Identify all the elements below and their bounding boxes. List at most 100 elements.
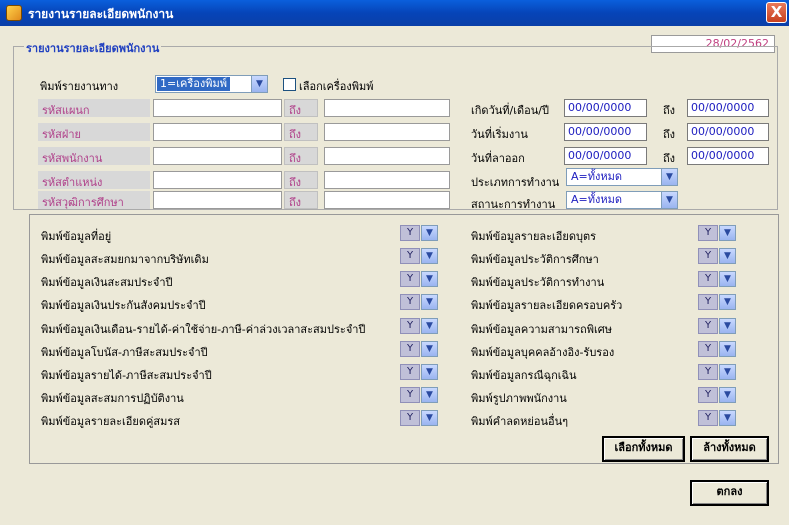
employee-code-from[interactable] <box>153 147 282 165</box>
division-to-label: ถึง <box>284 123 318 141</box>
work-status-label: สถานะการทำงาน <box>471 198 556 211</box>
print-option-label: พิมพ์ข้อมูลรายละเอียดบุตร <box>471 230 597 243</box>
education-code-to[interactable] <box>324 191 450 209</box>
print-option-value: Y <box>698 410 718 426</box>
work-type-select[interactable]: A=ทั้งหมด ▼ <box>566 168 678 186</box>
chevron-down-icon: ▼ <box>421 271 438 287</box>
chevron-down-icon: ▼ <box>719 410 736 426</box>
employee-code-to[interactable] <box>324 147 450 165</box>
chevron-down-icon: ▼ <box>421 364 438 380</box>
chevron-down-icon: ▼ <box>421 225 438 241</box>
position-code-from[interactable] <box>153 171 282 189</box>
leave-date-label: วันที่ลาออก <box>471 152 525 165</box>
app-icon <box>6 5 22 21</box>
chevron-down-icon: ▼ <box>421 341 438 357</box>
select-all-button[interactable]: เลือกทั้งหมด <box>602 436 685 462</box>
start-to-label: ถึง <box>663 128 676 141</box>
education-code-label: รหัสวุฒิการศึกษา <box>38 191 150 209</box>
start-date-label: วันที่เริ่มงาน <box>471 128 528 141</box>
print-via-label: พิมพ์รายงานทาง <box>40 80 119 93</box>
print-option-value: Y <box>698 341 718 357</box>
chevron-down-icon: ▼ <box>421 248 438 264</box>
division-code-from[interactable] <box>153 123 282 141</box>
chevron-down-icon: ▼ <box>719 364 736 380</box>
print-option-value: Y <box>698 364 718 380</box>
close-button[interactable]: X <box>766 2 787 23</box>
print-option-select[interactable]: Y ▼ <box>698 271 736 287</box>
ok-button[interactable]: ตกลง <box>690 480 769 506</box>
chevron-down-icon: ▼ <box>719 248 736 264</box>
start-date-to[interactable]: 00/00/0000 <box>687 123 769 141</box>
position-code-label: รหัสตำแหน่ง <box>38 171 150 189</box>
filter-group-legend: รายงานรายละเอียดพนักงาน <box>24 39 162 57</box>
chevron-down-icon: ▼ <box>719 341 736 357</box>
chevron-down-icon: ▼ <box>421 410 438 426</box>
dept-to-label: ถึง <box>284 99 318 117</box>
chevron-down-icon: ▼ <box>719 318 736 334</box>
print-option-label: พิมพ์ข้อมูลรายได้-ภาษีสะสมประจำปี <box>41 369 212 382</box>
leave-date-from[interactable]: 00/00/0000 <box>564 147 647 165</box>
birth-date-label: เกิดวันที่/เดือน/ปี <box>471 104 549 117</box>
print-option-select[interactable]: Y ▼ <box>698 318 736 334</box>
print-option-label: พิมพ์ข้อมูลสะสมการปฏิบัติงาน <box>41 392 184 405</box>
employee-to-label: ถึง <box>284 147 318 165</box>
print-option-value: Y <box>400 248 420 264</box>
chevron-down-icon: ▼ <box>661 169 677 185</box>
print-option-select[interactable]: Y ▼ <box>400 364 438 380</box>
print-option-select[interactable]: Y ▼ <box>400 248 438 264</box>
print-option-select[interactable]: Y ▼ <box>698 294 736 310</box>
chevron-down-icon: ▼ <box>719 271 736 287</box>
print-option-select[interactable]: Y ▼ <box>400 318 438 334</box>
window-title: รายงานรายละเอียดพนักงาน <box>28 7 174 21</box>
print-option-label: พิมพ์ข้อมูลบุคคลอ้างอิง-รับรอง <box>471 346 615 359</box>
print-option-select[interactable]: Y ▼ <box>400 387 438 403</box>
print-option-select[interactable]: Y ▼ <box>698 248 736 264</box>
print-option-select[interactable]: Y ▼ <box>400 225 438 241</box>
print-option-label: พิมพ์ข้อมูลที่อยู่ <box>41 230 112 243</box>
print-option-select[interactable]: Y ▼ <box>698 225 736 241</box>
division-code-to[interactable] <box>324 123 450 141</box>
education-to-label: ถึง <box>284 191 318 209</box>
print-option-label: พิมพ์ข้อมูลประวัติการทำงาน <box>471 276 605 289</box>
print-option-label: พิมพ์ข้อมูลสะสมยกมาจากบริษัทเดิม <box>41 253 209 266</box>
print-option-select[interactable]: Y ▼ <box>698 410 736 426</box>
print-option-select[interactable]: Y ▼ <box>400 271 438 287</box>
print-option-value: Y <box>400 225 420 241</box>
chevron-down-icon: ▼ <box>719 387 736 403</box>
title-bar: รายงานรายละเอียดพนักงาน X <box>0 0 789 26</box>
print-option-value: Y <box>698 225 718 241</box>
print-option-value: Y <box>698 387 718 403</box>
leave-date-to[interactable]: 00/00/0000 <box>687 147 769 165</box>
print-option-select[interactable]: Y ▼ <box>400 410 438 426</box>
birth-date-to[interactable]: 00/00/0000 <box>687 99 769 117</box>
print-option-value: Y <box>400 341 420 357</box>
chevron-down-icon: ▼ <box>719 225 736 241</box>
clear-all-button[interactable]: ล้างทั้งหมด <box>690 436 769 462</box>
print-option-value: Y <box>400 387 420 403</box>
print-option-select[interactable]: Y ▼ <box>698 364 736 380</box>
print-option-value: Y <box>698 318 718 334</box>
print-option-select[interactable]: Y ▼ <box>400 341 438 357</box>
print-option-label: พิมพ์ข้อมูลโบนัส-ภาษีสะสมประจำปี <box>41 346 208 359</box>
print-option-value: Y <box>698 271 718 287</box>
position-code-to[interactable] <box>324 171 450 189</box>
print-via-select[interactable]: 1=เครื่องพิมพ์ ▼ <box>155 75 268 93</box>
birth-date-from[interactable]: 00/00/0000 <box>564 99 647 117</box>
start-date-from[interactable]: 00/00/0000 <box>564 123 647 141</box>
print-option-label: พิมพ์ข้อมูลรายละเอียดคู่สมรส <box>41 415 180 428</box>
work-status-select[interactable]: A=ทั้งหมด ▼ <box>566 191 678 209</box>
print-option-label: พิมพ์ข้อมูลเงินประกันสังคมประจำปี <box>41 299 206 312</box>
dept-code-to[interactable] <box>324 99 450 117</box>
chevron-down-icon: ▼ <box>421 318 438 334</box>
chevron-down-icon: ▼ <box>421 294 438 310</box>
print-option-select[interactable]: Y ▼ <box>400 294 438 310</box>
print-option-label: พิมพ์ข้อมูลกรณีฉุกเฉิน <box>471 369 577 382</box>
print-option-select[interactable]: Y ▼ <box>698 341 736 357</box>
education-code-from[interactable] <box>153 191 282 209</box>
choose-printer-checkbox[interactable] <box>283 78 296 91</box>
print-option-select[interactable]: Y ▼ <box>698 387 736 403</box>
dept-code-from[interactable] <box>153 99 282 117</box>
position-to-label: ถึง <box>284 171 318 189</box>
work-type-value: A=ทั้งหมด <box>568 170 626 184</box>
leave-to-label: ถึง <box>663 152 676 165</box>
